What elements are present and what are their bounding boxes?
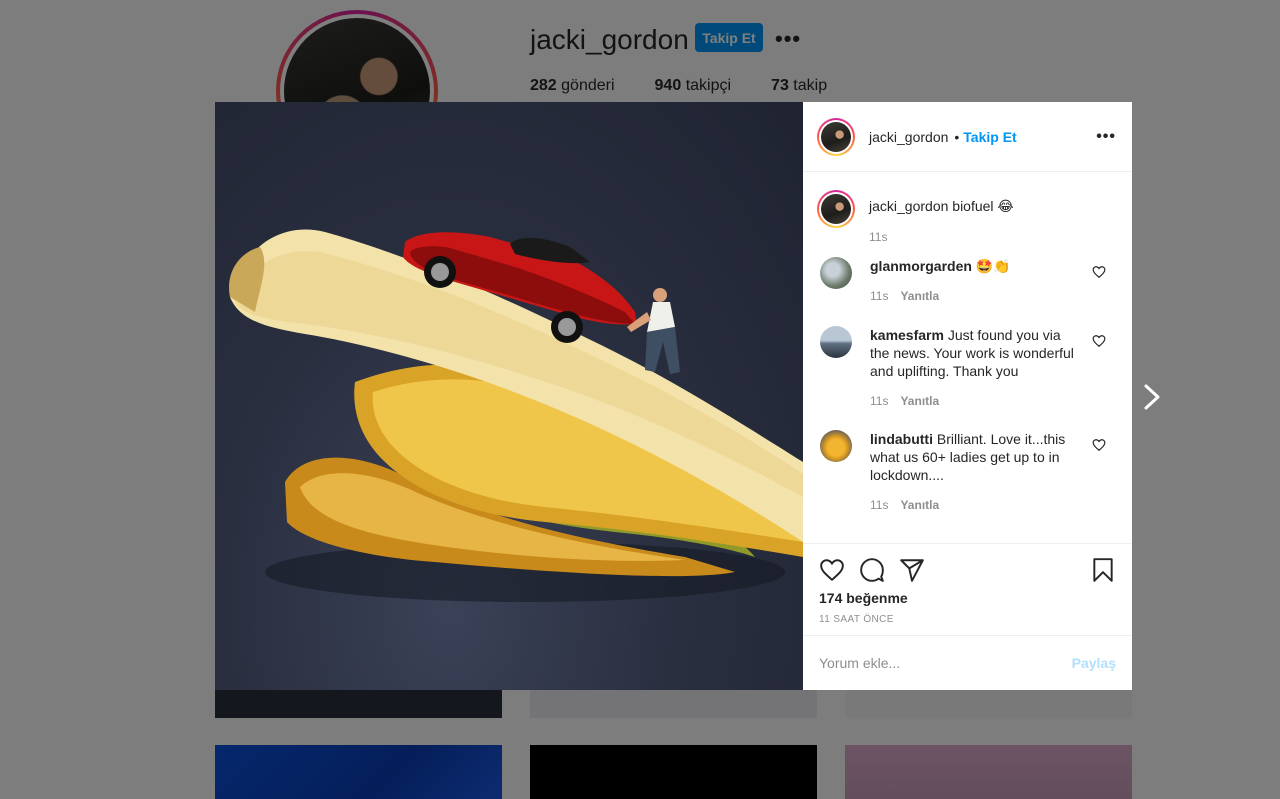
post-timestamp[interactable]: 11 SAAT ÖNCE xyxy=(819,614,1116,625)
commenter-avatar[interactable] xyxy=(820,326,852,358)
like-count[interactable]: 174 beğenme xyxy=(819,590,1116,606)
commenter-avatar[interactable] xyxy=(820,257,852,289)
comment-text: 🤩👏 xyxy=(975,258,1011,274)
like-heart-icon[interactable] xyxy=(819,557,845,583)
post-sidebar: jacki_gordon • Takip Et ••• jacki_gordon… xyxy=(803,102,1132,690)
comment-item: glanmorgarden 🤩👏 11s Yanıtla xyxy=(817,257,1116,326)
caption: jacki_gordon biofuel 😂 11s xyxy=(817,188,1116,257)
like-comment-heart-icon[interactable] xyxy=(1092,438,1106,452)
post-comment-button[interactable]: Paylaş xyxy=(1072,655,1116,671)
post-image[interactable] xyxy=(215,102,803,690)
add-comment-form: Paylaş xyxy=(803,635,1132,690)
header-separator: • xyxy=(954,128,960,145)
comment-time[interactable]: 11s xyxy=(870,496,888,514)
caption-avatar[interactable] xyxy=(817,190,855,228)
toy-figure xyxy=(627,288,680,374)
post-actions: 174 beğenme 11 SAAT ÖNCE xyxy=(803,543,1132,635)
comment-item: lindabutti Brilliant. Love it...this wha… xyxy=(817,430,1116,534)
commenter-username[interactable]: kamesfarm xyxy=(870,327,944,343)
comment-time[interactable]: 11s xyxy=(870,287,888,305)
post-header: jacki_gordon • Takip Et ••• xyxy=(803,102,1132,172)
author-avatar[interactable] xyxy=(817,117,855,156)
commenter-username[interactable]: glanmorgarden xyxy=(870,258,972,274)
reply-button[interactable]: Yanıtla xyxy=(900,496,939,514)
add-comment-input[interactable] xyxy=(819,655,1072,671)
post-modal: jacki_gordon • Takip Et ••• jacki_gordon… xyxy=(215,102,1132,690)
comments-list[interactable]: jacki_gordon biofuel 😂 11s glanmorgarden… xyxy=(803,172,1132,543)
header-follow-button[interactable]: Takip Et xyxy=(963,129,1016,145)
banana-car-photo xyxy=(229,229,803,602)
reply-button[interactable]: Yanıtla xyxy=(900,287,939,305)
save-bookmark-icon[interactable] xyxy=(1090,557,1116,583)
commenter-avatar[interactable] xyxy=(820,430,852,462)
author-username[interactable]: jacki_gordon xyxy=(869,129,948,145)
more-options-icon[interactable]: ••• xyxy=(1096,128,1116,146)
comment-bubble-icon[interactable] xyxy=(859,557,885,583)
like-comment-heart-icon[interactable] xyxy=(1092,334,1106,348)
next-post-chevron-icon[interactable] xyxy=(1141,383,1163,411)
comment-time[interactable]: 11s xyxy=(870,392,888,410)
caption-text: biofuel 😂 xyxy=(952,198,1014,214)
caption-time[interactable]: 11s xyxy=(869,228,887,246)
share-paper-plane-icon[interactable] xyxy=(899,557,925,583)
reply-button[interactable]: Yanıtla xyxy=(900,392,939,410)
comment-item: kamesfarm Just found you via the news. Y… xyxy=(817,326,1116,430)
like-comment-heart-icon[interactable] xyxy=(1092,265,1106,279)
commenter-username[interactable]: lindabutti xyxy=(870,431,933,447)
caption-username[interactable]: jacki_gordon xyxy=(869,198,948,214)
